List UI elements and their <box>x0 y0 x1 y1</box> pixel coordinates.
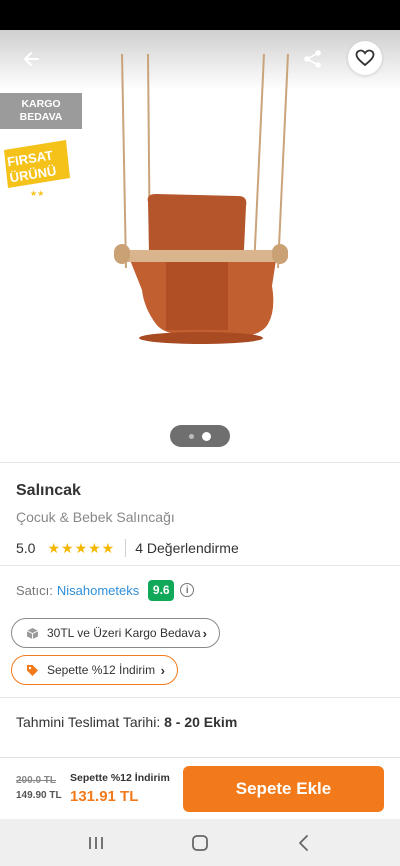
heart-icon <box>355 49 375 67</box>
gallery-dot[interactable] <box>189 433 194 439</box>
favorite-button[interactable] <box>348 41 382 75</box>
info-icon[interactable]: i <box>180 583 195 597</box>
status-bar <box>0 0 400 30</box>
nav-back-button[interactable] <box>292 831 316 855</box>
basket-discount-label: Sepette %12 İndirim <box>70 772 170 784</box>
back-arrow-icon <box>24 52 39 66</box>
add-to-cart-button[interactable]: Sepete Ekle <box>183 766 384 812</box>
review-count-link[interactable]: 4 Değerlendirme <box>135 540 239 556</box>
seller-name-link[interactable]: Nisahometeks <box>57 583 139 598</box>
seller-label: Satıcı: <box>16 582 53 598</box>
cargo-badge-line1: KARGO <box>21 98 61 110</box>
delivery-label: Tahmini Teslimat Tarihi: <box>16 714 161 730</box>
home-icon <box>192 835 208 851</box>
product-subtitle: Çocuk & Bebek Salıncağı <box>16 509 175 525</box>
divider <box>0 462 400 463</box>
delivery-value: 8 - 20 Ekim <box>164 714 238 730</box>
current-price: 149.90 TL <box>16 790 62 801</box>
gallery-dot-active[interactable] <box>202 431 211 441</box>
share-button[interactable] <box>296 44 330 74</box>
discount-chip-label: Sepette %12 İndirim <box>47 663 156 677</box>
cargo-badge-line2: BEDAVA <box>19 111 63 123</box>
free-cargo-chip[interactable]: 30TL ve Üzeri Kargo Bedava › <box>11 618 220 648</box>
old-price: 200.0 TL <box>16 775 57 786</box>
divider <box>0 697 400 698</box>
back-button[interactable] <box>14 44 48 74</box>
free-cargo-badge: KARGO BEDAVA <box>0 93 82 129</box>
seller-score-badge: 9.6 <box>148 579 175 601</box>
rating-value: 5.0 <box>16 540 36 556</box>
gallery-pagination[interactable] <box>170 425 230 447</box>
opportunity-badge: FIRSAT ÜRÜNÜ ★★ <box>4 140 70 198</box>
rating-separator <box>125 539 127 557</box>
seller-row: Satıcı: Nisahometeks 9.6 i <box>16 579 195 601</box>
home-button[interactable] <box>188 831 212 855</box>
recent-apps-icon <box>89 837 103 849</box>
tag-icon <box>27 664 38 676</box>
product-gallery[interactable]: KARGO BEDAVA FIRSAT ÜRÜNÜ ★★ <box>0 30 400 462</box>
rating-stars: ★★★★★ <box>47 539 116 556</box>
product-title: Salıncak <box>16 482 81 499</box>
chevron-right-icon: › <box>202 625 207 641</box>
product-image[interactable] <box>96 54 306 374</box>
purchase-bar: 200.0 TL 149.90 TL Sepette %12 İndirim 1… <box>0 757 400 819</box>
nav-back-icon <box>299 835 308 851</box>
svg-text:★★: ★★ <box>30 189 44 198</box>
divider <box>0 565 400 566</box>
chevron-right-icon: › <box>160 662 165 678</box>
box-icon <box>26 627 39 639</box>
system-nav-bar <box>0 819 400 866</box>
rating-row[interactable]: 5.0 ★★★★★ 4 Değerlendirme <box>16 538 239 558</box>
delivery-estimate: Tahmini Teslimat Tarihi: 8 - 20 Ekim <box>16 714 237 730</box>
discount-chip[interactable]: Sepette %12 İndirim › <box>11 655 178 685</box>
share-icon <box>304 50 321 68</box>
recent-apps-button[interactable] <box>84 831 108 855</box>
final-price: 131.91 TL <box>70 788 139 805</box>
free-cargo-chip-label: 30TL ve Üzeri Kargo Bedava <box>47 626 201 640</box>
